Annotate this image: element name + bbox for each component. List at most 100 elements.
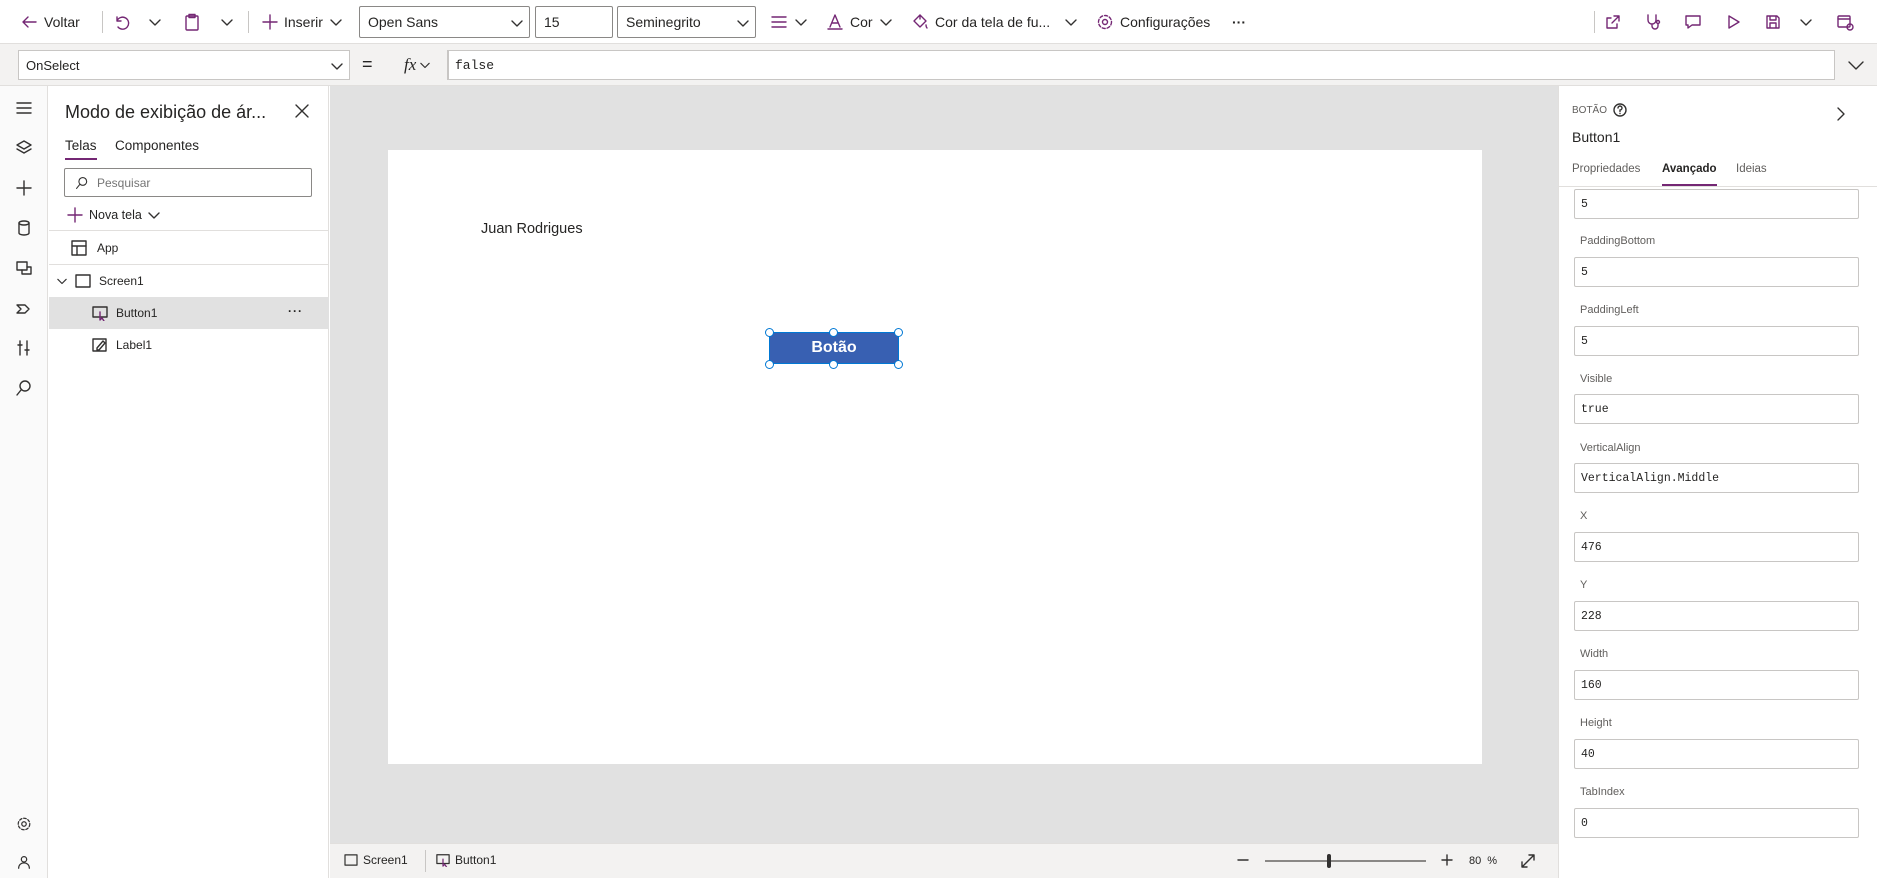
tab-screens[interactable]: Telas (65, 138, 97, 160)
preview-button[interactable] (1724, 0, 1742, 44)
property-value: 40 (1581, 747, 1595, 761)
media-button[interactable] (12, 256, 36, 280)
item-more-button[interactable]: ··· (288, 304, 303, 318)
power-automate-button[interactable] (12, 296, 36, 320)
property-input[interactable]: 228 (1574, 601, 1859, 631)
save-icon (1764, 13, 1782, 31)
insert-button[interactable]: Inserir (262, 0, 343, 44)
more-button[interactable]: ··· (1232, 0, 1246, 44)
zoom-in-button[interactable] (1440, 853, 1454, 867)
property-input[interactable]: 5 (1574, 257, 1859, 287)
collapse-panel-button[interactable] (1834, 106, 1848, 122)
property-input[interactable]: VerticalAlign.Middle (1574, 463, 1859, 493)
zoom-slider[interactable] (1265, 854, 1426, 868)
comments-button[interactable] (1684, 0, 1702, 44)
tab-advanced[interactable]: Avançado (1662, 163, 1717, 186)
tab-components[interactable]: Componentes (115, 138, 199, 160)
publish-button[interactable] (1836, 0, 1854, 44)
property-input[interactable]: 160 (1574, 670, 1859, 700)
advanced-tools-button[interactable] (12, 336, 36, 360)
undo-dropdown[interactable] (148, 0, 162, 44)
settings-button[interactable]: Configurações (1096, 0, 1210, 44)
screen-fill-button[interactable]: Cor da tela de fu... (911, 0, 1078, 44)
minus-icon (1236, 853, 1250, 867)
help-icon[interactable] (1613, 103, 1627, 117)
breadcrumb-screen-label: Screen1 (363, 853, 408, 867)
fx-button[interactable]: fx (388, 50, 448, 80)
new-screen-button[interactable]: Nova tela (67, 204, 160, 226)
hamburger-icon (15, 99, 33, 117)
hamburger-menu-button[interactable] (12, 96, 36, 120)
resize-handle[interactable] (765, 328, 774, 337)
zoom-slider-thumb[interactable] (1327, 854, 1332, 868)
app-checker-button[interactable] (1644, 0, 1662, 44)
control-name[interactable]: Button1 (1572, 129, 1620, 145)
expand-formula-button[interactable] (1847, 56, 1865, 74)
property-input[interactable]: true (1574, 394, 1859, 424)
chevron-down-icon (57, 276, 67, 286)
tree-item-button1[interactable]: Button1 ··· (49, 297, 329, 329)
equals-sign: = (362, 54, 373, 74)
search-input[interactable] (97, 175, 297, 190)
fit-to-window-button[interactable] (1520, 853, 1536, 869)
separator (1594, 11, 1595, 33)
paste-dropdown[interactable] (220, 0, 234, 44)
property-label: X (1580, 510, 1588, 522)
tree-view-title: Modo de exibição de ár... (65, 102, 267, 122)
property-input[interactable]: 0 (1574, 808, 1859, 838)
resize-handle[interactable] (894, 360, 903, 369)
plus-icon (262, 14, 278, 30)
app-screen[interactable]: Juan Rodrigues Botão (388, 150, 1482, 764)
back-button[interactable]: Voltar (20, 0, 80, 44)
formula-input[interactable]: false (448, 50, 1835, 80)
tree-item-label1[interactable]: Label1 (49, 329, 329, 361)
close-panel-button[interactable] (294, 103, 310, 119)
tree-item-app[interactable]: App (49, 232, 329, 264)
font-size-value: 15 (544, 14, 560, 30)
tab-properties[interactable]: Propriedades (1572, 163, 1640, 175)
property-select[interactable]: OnSelect (18, 50, 350, 80)
data-button[interactable] (12, 216, 36, 240)
tab-ideas[interactable]: Ideias (1736, 163, 1767, 175)
tree-item-label: App (97, 241, 119, 255)
property-input[interactable]: 5 (1574, 189, 1859, 219)
zoom-out-button[interactable] (1236, 853, 1250, 867)
share-button[interactable] (1604, 0, 1622, 44)
virtual-agent-button[interactable] (12, 850, 36, 874)
settings-rail-button[interactable] (12, 812, 36, 836)
tree-search-box[interactable] (64, 168, 312, 197)
property-input[interactable]: 5 (1574, 326, 1859, 356)
property-value: 5 (1581, 197, 1588, 211)
zoom-value: 80 (1469, 855, 1482, 867)
screen-icon (75, 274, 91, 288)
chevron-down-icon (420, 60, 431, 70)
save-dropdown[interactable] (1799, 0, 1813, 44)
resize-handle[interactable] (765, 360, 774, 369)
property-input[interactable]: 40 (1574, 739, 1859, 769)
insert-rail-button[interactable] (12, 176, 36, 200)
label1-control[interactable]: Juan Rodrigues (481, 221, 583, 237)
tab-components-label: Componentes (115, 138, 200, 153)
resize-handle[interactable] (894, 328, 903, 337)
property-label: Width (1580, 648, 1609, 660)
tab-properties-label: Propriedades (1572, 163, 1641, 175)
breadcrumb-button[interactable]: Button1 (436, 853, 496, 867)
align-button[interactable] (770, 0, 808, 44)
breadcrumb-screen[interactable]: Screen1 (344, 853, 408, 867)
font-size-input[interactable]: 15 (535, 6, 613, 38)
chevron-down-icon (1847, 56, 1865, 74)
search-rail-button[interactable] (12, 376, 36, 400)
property-label: PaddingBottom (1580, 235, 1656, 247)
color-button[interactable]: Cor (826, 0, 893, 44)
save-button[interactable] (1764, 0, 1782, 44)
tree-view-button[interactable] (12, 136, 36, 160)
font-weight-select[interactable]: Seminegrito (617, 6, 756, 38)
plus-icon (15, 179, 33, 197)
resize-handle[interactable] (829, 328, 838, 337)
undo-button[interactable] (112, 0, 130, 44)
resize-handle[interactable] (829, 360, 838, 369)
font-family-select[interactable]: Open Sans (359, 6, 530, 38)
paste-button[interactable] (183, 0, 201, 44)
property-input[interactable]: 476 (1574, 532, 1859, 562)
tree-item-screen1[interactable]: Screen1 (49, 265, 329, 297)
